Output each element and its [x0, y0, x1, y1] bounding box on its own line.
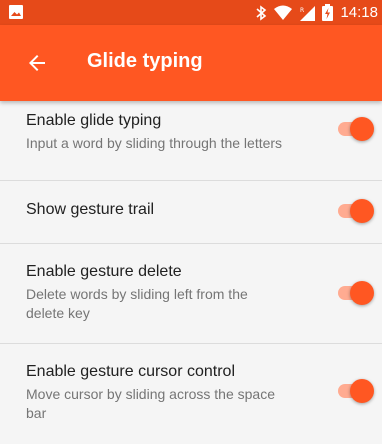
svg-text:R: R — [300, 7, 304, 14]
setting-summary: Input a word by sliding through the lett… — [26, 135, 283, 151]
arrow-back-icon[interactable] — [25, 51, 49, 75]
toggle-thumb — [350, 379, 374, 403]
wifi-icon — [274, 5, 293, 20]
setting-title: Enable gesture delete — [26, 263, 182, 280]
setting-show-gesture-trail[interactable]: Show gesture trail — [0, 181, 382, 244]
toggle-thumb — [350, 117, 374, 141]
setting-title: Show gesture trail — [26, 201, 155, 218]
status-icons: R 14:18 — [255, 0, 378, 25]
setting-enable-glide-typing[interactable]: Enable glide typing Input a word by slid… — [0, 101, 382, 181]
setting-summary: Move cursor by sliding across the space … — [26, 386, 275, 421]
setting-title: Enable glide typing — [26, 112, 162, 129]
page-title: Glide typing — [87, 50, 203, 72]
settings-list: Enable glide typing Input a word by slid… — [0, 101, 382, 444]
status-time: 14:18 — [340, 4, 378, 21]
signal-icon: R — [300, 5, 316, 21]
gesture-cursor-control-toggle[interactable] — [336, 379, 374, 403]
toggle-thumb — [350, 199, 374, 223]
setting-enable-gesture-delete[interactable]: Enable gesture delete Delete words by sl… — [0, 244, 382, 344]
setting-title: Enable gesture cursor control — [26, 363, 235, 380]
status-bar: R 14:18 — [0, 0, 382, 25]
setting-enable-gesture-cursor-control[interactable]: Enable gesture cursor control Move curso… — [0, 344, 382, 444]
gesture-trail-toggle[interactable] — [336, 199, 374, 223]
glide-typing-toggle[interactable] — [336, 117, 374, 141]
image-icon — [9, 5, 23, 19]
toggle-thumb — [350, 281, 374, 305]
setting-summary: Delete words by sliding left from the de… — [26, 286, 248, 321]
app-bar: Glide typing — [0, 25, 382, 101]
bluetooth-icon — [256, 4, 267, 21]
battery-charging-icon — [322, 4, 334, 21]
gesture-delete-toggle[interactable] — [336, 281, 374, 305]
